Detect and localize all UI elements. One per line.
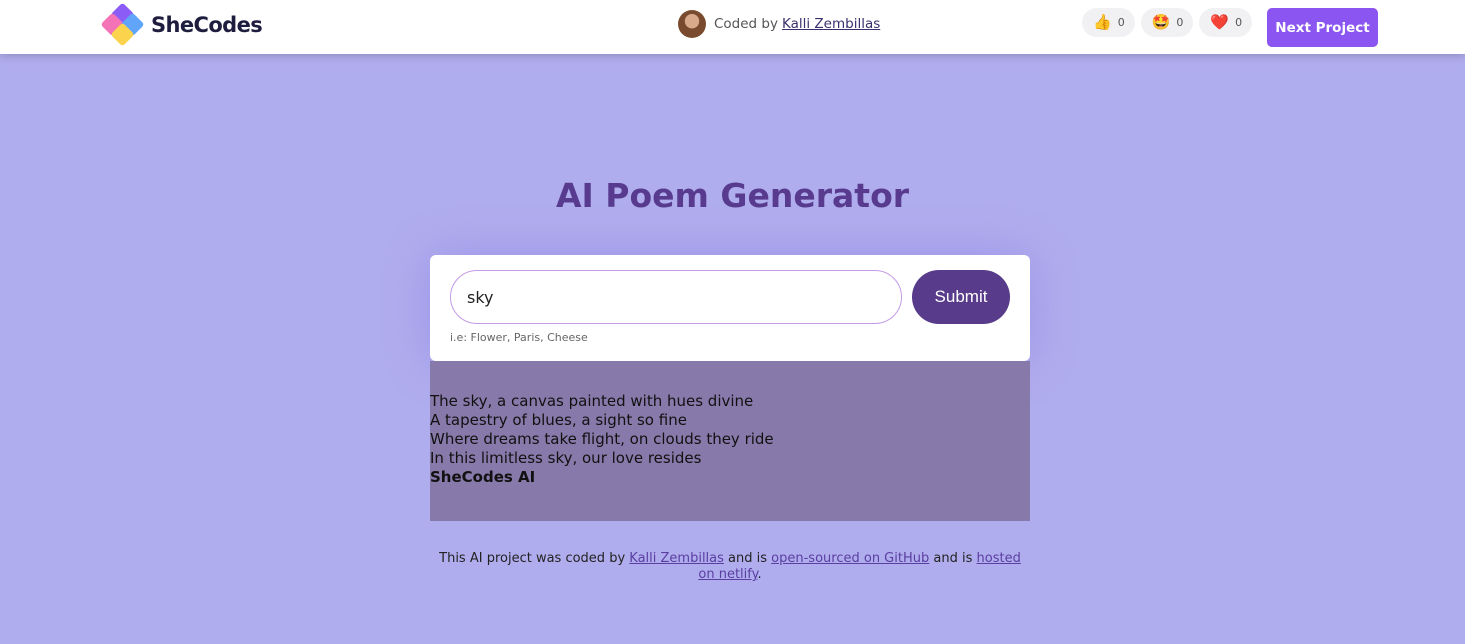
reaction-heart[interactable]: ❤️ 0 xyxy=(1199,8,1253,37)
poem-line: The sky, a canvas painted with hues divi… xyxy=(430,392,754,410)
reaction-star-struck[interactable]: 🤩 0 xyxy=(1140,8,1194,37)
coded-by: Coded by Kalli Zembillas xyxy=(678,10,880,38)
shecodes-logo[interactable]: SheCodes xyxy=(100,3,263,47)
poem-output: The sky, a canvas painted with hues divi… xyxy=(430,361,1030,521)
author-link[interactable]: Kalli Zembillas xyxy=(782,16,880,32)
poem-line: In this limitless sky, our love resides xyxy=(430,449,702,467)
poem-text: The sky, a canvas painted with hues divi… xyxy=(430,392,774,487)
coded-by-label: Coded by xyxy=(714,16,778,32)
top-navbar: SheCodes Coded by Kalli Zembillas 👍 0 🤩 … xyxy=(0,0,1465,54)
github-link[interactable]: open-sourced on GitHub xyxy=(771,551,929,566)
poem-line: Where dreams take flight, on clouds they… xyxy=(430,430,774,448)
topic-input[interactable] xyxy=(450,270,902,324)
footer-period: . xyxy=(757,567,762,582)
page-title: AI Poem Generator xyxy=(555,176,910,215)
footer-text: and is xyxy=(933,551,973,566)
reaction-count: 0 xyxy=(1235,16,1243,29)
footer: This AI project was coded by Kalli Zembi… xyxy=(430,551,1030,583)
reaction-thumbs-up[interactable]: 👍 0 xyxy=(1082,8,1135,37)
footer-author-link[interactable]: Kalli Zembillas xyxy=(629,551,724,566)
input-hint: i.e: Flower, Paris, Cheese xyxy=(450,331,588,344)
footer-text: and is xyxy=(728,551,768,566)
reaction-count: 0 xyxy=(1117,16,1125,29)
poem-form: Submit i.e: Flower, Paris, Cheese xyxy=(430,255,1030,361)
author-avatar xyxy=(678,10,706,38)
footer-text: This AI project was coded by xyxy=(439,551,626,566)
star-struck-icon: 🤩 xyxy=(1151,13,1171,31)
submit-button[interactable]: Submit xyxy=(912,270,1010,324)
reactions: 👍 0 🤩 0 ❤️ 0 xyxy=(1082,8,1253,37)
reaction-count: 0 xyxy=(1176,16,1184,29)
brand-name: SheCodes xyxy=(151,13,263,37)
next-project-button[interactable]: Next Project xyxy=(1267,8,1378,47)
thumbs-up-icon: 👍 xyxy=(1093,13,1112,31)
shecodes-logo-icon xyxy=(100,3,148,47)
poem-line: A tapestry of blues, a sight so fine xyxy=(430,411,687,429)
heart-icon: ❤️ xyxy=(1210,13,1230,31)
poem-signature: SheCodes AI xyxy=(430,468,536,486)
